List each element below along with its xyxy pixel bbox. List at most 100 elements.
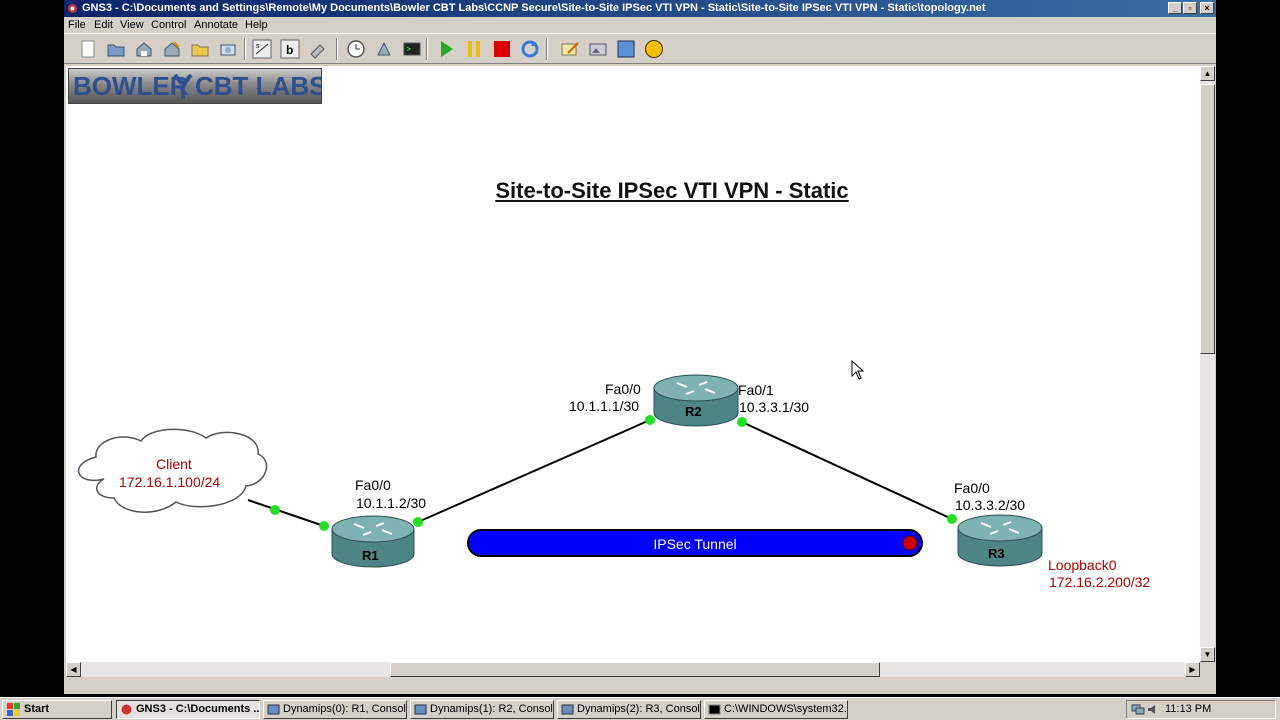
r2-left-ip-label: 10.1.1.1/30 (569, 398, 640, 414)
clock: 11:13 PM (1165, 703, 1212, 715)
menu-control[interactable]: Control (151, 19, 186, 31)
task-label: C:\WINDOWS\system32... (724, 703, 848, 715)
svg-text:s: s (256, 43, 260, 50)
console-task-icon (561, 704, 574, 715)
r3-loopback-name-label: Loopback0 (1048, 557, 1117, 573)
r2-left-iface-label: Fa0/0 (605, 381, 641, 397)
r1-iface-label: Fa0/0 (355, 477, 391, 493)
reload-all-icon[interactable] (520, 39, 540, 59)
r1-ip-label: 10.1.1.2/30 (356, 495, 427, 511)
gns3-app-icon (68, 4, 77, 13)
start-label: Start (24, 703, 50, 715)
toolbar-separator (336, 38, 338, 60)
r2-right-iface-label: Fa0/1 (738, 382, 774, 398)
clock-icon[interactable] (346, 39, 366, 59)
menu-edit[interactable]: Edit (94, 19, 113, 31)
stop-all-icon[interactable] (492, 39, 512, 59)
task-label: Dynamips(2): R3, Consol... (577, 703, 701, 715)
suspend-all-icon[interactable] (464, 39, 484, 59)
scroll-up-button[interactable]: ▲ (1200, 66, 1215, 81)
r2-name-label: R2 (685, 404, 702, 419)
windows-logo-icon (7, 703, 20, 716)
start-button[interactable]: Start (2, 700, 112, 719)
volume-tray-icon[interactable] (1147, 703, 1159, 716)
scroll-left-button[interactable]: ◀ (66, 662, 81, 677)
task-cmd[interactable]: C:\WINDOWS\system32... (704, 700, 848, 719)
link-up-indicator (319, 521, 329, 531)
r3-ip-label: 10.3.3.2/30 (955, 497, 1026, 513)
horizontal-scrollbar[interactable]: ◀ ▶ (66, 662, 1200, 677)
title-bar[interactable]: GNS3 - C:\Documents and Settings\Remote\… (64, 0, 1216, 17)
new-file-icon[interactable] (78, 39, 98, 59)
vertical-scrollbar[interactable]: ▲ ▼ (1200, 66, 1215, 662)
hostname-labels-icon[interactable]: b (280, 39, 300, 59)
client-name-label: Client (156, 456, 192, 472)
r1-name-label: R1 (362, 548, 379, 563)
draw-ellipse-icon[interactable] (644, 39, 664, 59)
close-button[interactable]: × (1200, 2, 1214, 14)
link-client-r1 (247, 499, 325, 527)
idle-pc-icon[interactable] (374, 39, 394, 59)
r3-loopback-ip-label: 172.16.2.200/32 (1049, 574, 1151, 590)
r3-name-label: R3 (988, 546, 1005, 561)
link-up-indicator (947, 514, 957, 524)
toolbar: s b (64, 33, 1216, 64)
open-folder-icon[interactable] (106, 39, 126, 59)
menu-file[interactable]: File (68, 19, 86, 31)
status-bar (64, 677, 1216, 694)
task-dynamips-r2[interactable]: Dynamips(1): R2, Consol... (410, 700, 554, 719)
windows-taskbar: Start GNS3 - C:\Documents ... Dynamips(0… (0, 697, 1280, 720)
gns3-window: GNS3 - C:\Documents and Settings\Remote\… (64, 0, 1216, 694)
minimize-button[interactable]: _ (1168, 2, 1182, 14)
toolbar-separator (244, 38, 246, 60)
link-up-indicator (737, 417, 747, 427)
link-up-indicator (645, 415, 655, 425)
toolbar-separator (546, 38, 548, 60)
console-task-icon (414, 704, 427, 715)
link-up-indicator (270, 505, 280, 515)
snapshot-icon[interactable] (218, 39, 238, 59)
mouse-cursor-icon (851, 359, 865, 380)
draw-rectangle-icon[interactable] (616, 39, 636, 59)
task-label: GNS3 - C:\Documents ... (136, 703, 260, 715)
add-link-icon[interactable] (308, 39, 328, 59)
client-ip-label: 172.16.1.100/24 (119, 474, 221, 490)
open-project-icon[interactable] (190, 39, 210, 59)
window-title: GNS3 - C:\Documents and Settings\Remote\… (82, 2, 986, 14)
r2-right-ip-label: 10.3.3.1/30 (739, 399, 810, 415)
scroll-down-button[interactable]: ▼ (1200, 647, 1215, 662)
save-icon[interactable] (134, 39, 154, 59)
console-all-icon[interactable] (402, 39, 422, 59)
save-as-icon[interactable] (162, 39, 182, 59)
vertical-scroll-thumb[interactable] (1200, 84, 1215, 354)
console-task-icon (267, 704, 280, 715)
menu-view[interactable]: View (120, 19, 144, 31)
link-r1-r2 (417, 419, 651, 523)
task-dynamips-r3[interactable]: Dynamips(2): R3, Consol... (557, 700, 701, 719)
svg-text:b: b (286, 43, 293, 57)
tunnel-label: IPSec Tunnel (653, 536, 737, 552)
topology-graphics (77, 359, 1043, 568)
cmd-task-icon (708, 704, 721, 715)
gns3-task-icon (121, 704, 132, 715)
add-note-icon[interactable] (560, 39, 580, 59)
task-gns3[interactable]: GNS3 - C:\Documents ... (116, 700, 260, 719)
toolbar-separator (426, 38, 428, 60)
start-all-icon[interactable] (436, 39, 456, 59)
link-up-indicator (413, 517, 423, 527)
menu-bar: File Edit View Control Annotate Help (64, 17, 1216, 33)
scroll-right-button[interactable]: ▶ (1185, 662, 1200, 677)
system-tray: 11:13 PM (1126, 700, 1276, 719)
insert-picture-icon[interactable] (588, 39, 608, 59)
task-label: Dynamips(0): R1, Consol... (283, 703, 407, 715)
r3-iface-label: Fa0/0 (954, 480, 990, 496)
interface-labels-icon[interactable]: s (252, 39, 272, 59)
restore-button[interactable]: ▫ (1183, 2, 1197, 14)
task-dynamips-r1[interactable]: Dynamips(0): R1, Consol... (263, 700, 407, 719)
task-label: Dynamips(1): R2, Consol... (430, 703, 554, 715)
menu-help[interactable]: Help (245, 19, 268, 31)
horizontal-scroll-thumb[interactable] (390, 662, 880, 677)
network-tray-icon[interactable] (1131, 703, 1145, 716)
menu-annotate[interactable]: Annotate (194, 19, 238, 31)
topology-canvas[interactable]: BOWLER CBT LABS Site-to-Site IPSec VTI V… (66, 66, 1200, 662)
